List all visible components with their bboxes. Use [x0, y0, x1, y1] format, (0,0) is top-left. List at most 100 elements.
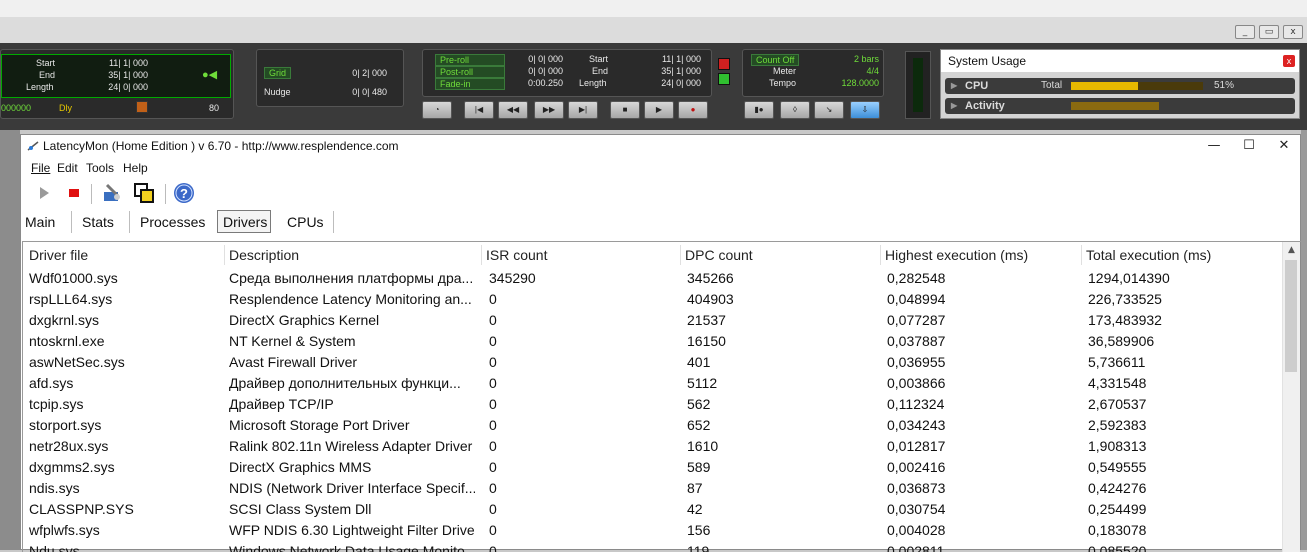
table-row[interactable]: wfplwfs.sys WFP NDIS 6.30 Lightweight Fil…	[23, 520, 1281, 541]
table-cell: 5,736611	[1088, 354, 1146, 370]
stop-button[interactable]: ■	[610, 101, 640, 119]
nudge-label[interactable]: Nudge	[264, 86, 291, 98]
table-cell: 0	[489, 396, 497, 412]
end-value[interactable]: 35| 1| 000	[98, 69, 148, 81]
start-value[interactable]: 11| 1| 000	[98, 57, 148, 69]
menu-tools[interactable]: Tools	[86, 159, 114, 177]
fadein-label[interactable]: Fade-in	[435, 78, 505, 90]
go-to-end-button[interactable]: ▶|	[568, 101, 598, 119]
table-cell: 16150	[687, 333, 726, 349]
vertical-scrollbar[interactable]: ▲	[1282, 242, 1300, 552]
grid-label[interactable]: Grid	[264, 67, 292, 79]
daw-close-button[interactable]: x	[1283, 25, 1303, 39]
column-separator[interactable]	[1081, 245, 1082, 265]
daw-edit-window-strip	[0, 130, 20, 550]
transport-length-value[interactable]: 24| 0| 000	[649, 77, 701, 89]
column-separator[interactable]	[680, 245, 681, 265]
close-button[interactable]: ✕	[1267, 135, 1301, 157]
record-button[interactable]: ●	[678, 101, 708, 119]
nudge-value[interactable]: 0| 0| 480	[327, 86, 387, 98]
table-row[interactable]: aswNetSec.sys Avast Firewall Driver 0 401 0,…	[23, 352, 1281, 373]
table-cell: 0,002811	[887, 543, 945, 552]
maximize-button[interactable]: ☐	[1232, 135, 1266, 157]
table-row[interactable]: netr28ux.sys Ralink 802.11n Wireless Adap…	[23, 436, 1281, 457]
table-cell: DirectX Graphics Kernel	[229, 312, 380, 328]
tab-drivers[interactable]: Drivers	[223, 211, 267, 233]
start-monitoring-icon[interactable]	[33, 182, 55, 204]
wait-for-note-button[interactable]: ▮●	[744, 101, 774, 119]
table-row[interactable]: dxgmms2.sys DirectX Graphics MMS 0 589 0,002…	[23, 457, 1281, 478]
column-header-description[interactable]: Description	[229, 245, 299, 265]
table-row[interactable]: CLASSPNP.SYS SCSI Class System Dll 0 42 0,03…	[23, 499, 1281, 520]
preroll-value[interactable]: 0| 0| 000	[507, 53, 563, 65]
cpu-percent: 51%	[1214, 80, 1235, 91]
cpu-expand-icon[interactable]: ▶	[951, 78, 957, 94]
stop-monitoring-icon[interactable]	[63, 182, 85, 204]
column-header-total-execution[interactable]: Total execution (ms)	[1086, 245, 1211, 265]
length-value[interactable]: 24| 0| 000	[98, 81, 148, 93]
dly-label[interactable]: Dly	[59, 102, 72, 114]
postroll-label[interactable]: Post-roll	[435, 66, 505, 78]
return-to-zero-button[interactable]: |◀	[464, 101, 494, 119]
table-row[interactable]: Ndu.sys Windows Network Data Usage Monito…	[23, 541, 1281, 552]
cpu-row[interactable]: ▶ CPU Total 51%	[945, 78, 1295, 94]
left-counter-value: 000000	[1, 103, 32, 113]
table-row[interactable]: tcpip.sys Драйвер TCP/IP 0 562 0,112324 2,670…	[23, 394, 1281, 415]
column-header-isr-count[interactable]: ISR count	[486, 245, 547, 265]
table-cell: 1294,014390	[1088, 270, 1170, 286]
grid-value[interactable]: 0| 2| 000	[327, 67, 387, 79]
menu-file[interactable]: File	[31, 159, 50, 177]
daw-minimize-button[interactable]: _	[1235, 25, 1255, 39]
column-header-highest-execution[interactable]: Highest execution (ms)	[885, 245, 1028, 265]
minimize-button[interactable]: —	[1197, 135, 1231, 157]
tab-processes[interactable]: Processes	[140, 211, 205, 233]
menu-help[interactable]: Help	[123, 159, 148, 177]
table-row[interactable]: storport.sys Microsoft Storage Port Drive…	[23, 415, 1281, 436]
transport-end-value[interactable]: 35| 1| 000	[649, 65, 701, 77]
online-button[interactable]: ◔	[422, 101, 452, 119]
activity-expand-icon[interactable]: ▶	[951, 98, 957, 114]
tempo-ruler-button[interactable]: ⇩	[850, 101, 880, 119]
activity-row[interactable]: ▶ Activity	[945, 98, 1295, 114]
metronome-icon[interactable]	[136, 101, 148, 113]
play-button[interactable]: ▶	[644, 101, 674, 119]
preroll-label[interactable]: Pre-roll	[435, 54, 505, 66]
system-usage-close-button[interactable]: x	[1283, 55, 1295, 67]
metronome-button[interactable]: ◊	[780, 101, 810, 119]
postroll-value[interactable]: 0| 0| 000	[507, 65, 563, 77]
bars-value[interactable]: 2 bars	[833, 53, 879, 65]
column-header-dpc-count[interactable]: DPC count	[685, 245, 753, 265]
fadein-value[interactable]: 0:00.250	[507, 77, 563, 89]
copy-window-icon[interactable]	[133, 182, 155, 204]
menu-edit[interactable]: Edit	[57, 159, 78, 177]
table-row[interactable]: dxgkrnl.sys DirectX Graphics Kernel 0 21537…	[23, 310, 1281, 331]
scrollbar-thumb[interactable]	[1285, 260, 1297, 372]
meter-value[interactable]: 4/4	[843, 65, 879, 77]
table-row[interactable]: Wdf01000.sys Среда выполнения платформы д…	[23, 268, 1281, 289]
column-header-driver-file[interactable]: Driver file	[29, 245, 88, 265]
fast-forward-button[interactable]: ▶▶	[534, 101, 564, 119]
table-row[interactable]: rspLLL64.sys Resplendence Latency Monitor…	[23, 289, 1281, 310]
tempo-value[interactable]: 128.0000	[823, 77, 879, 89]
speaker-icon[interactable]: ●◀	[202, 68, 217, 81]
table-cell: DirectX Graphics MMS	[229, 459, 372, 475]
scroll-up-arrow-icon[interactable]: ▲	[1283, 242, 1300, 258]
help-icon[interactable]: ?	[173, 182, 195, 204]
daw-restore-button[interactable]: ▭	[1259, 25, 1279, 39]
table-cell: CLASSPNP.SYS	[29, 501, 134, 517]
tab-stats[interactable]: Stats	[82, 211, 114, 233]
tab-main[interactable]: Main	[25, 211, 55, 233]
report-icon[interactable]	[101, 182, 123, 204]
column-separator[interactable]	[880, 245, 881, 265]
column-separator[interactable]	[224, 245, 225, 265]
midi-merge-button[interactable]: ↘	[814, 101, 844, 119]
transport-start-value[interactable]: 11| 1| 000	[649, 53, 701, 65]
table-row[interactable]: ntoskrnl.exe NT Kernel & System 0 16150 0,03…	[23, 331, 1281, 352]
rewind-button[interactable]: ◀◀	[498, 101, 528, 119]
tempo-counter-value: 80	[209, 103, 220, 113]
table-cell: 0,004028	[887, 522, 946, 538]
table-row[interactable]: afd.sys Драйвер дополнительных функци... 0…	[23, 373, 1281, 394]
table-row[interactable]: ndis.sys NDIS (Network Driver Interface S…	[23, 478, 1281, 499]
tab-cpus[interactable]: CPUs	[287, 211, 324, 233]
column-separator[interactable]	[481, 245, 482, 265]
